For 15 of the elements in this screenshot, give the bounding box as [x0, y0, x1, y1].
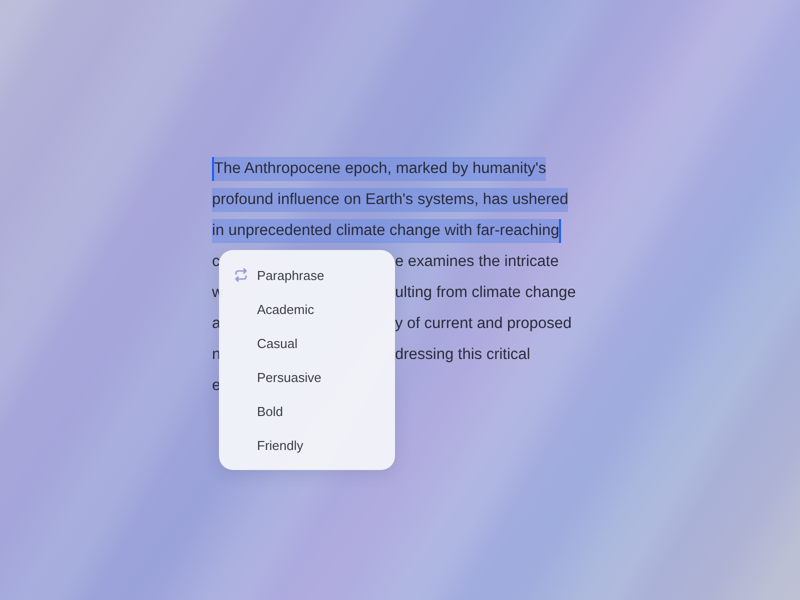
- paragraph-text: ulting from climate change: [395, 284, 576, 302]
- tone-menu-item[interactable]: Casual: [219, 326, 395, 360]
- tone-menu-item[interactable]: Bold: [219, 394, 395, 428]
- paragraph-text: a: [212, 314, 222, 332]
- paragraph-text: e examines the intricate: [395, 252, 560, 270]
- tone-menu-item[interactable]: Persuasive: [219, 360, 395, 394]
- paragraph-text: dressing this critical: [395, 346, 532, 364]
- paragraph-text: n: [212, 346, 222, 364]
- repeat-arrows-icon: [233, 267, 249, 283]
- paragraph-text: c: [212, 252, 221, 270]
- selected-text: The Anthropocene epoch, marked by humanity's: [212, 156, 546, 180]
- paragraph-text: y of current and proposed: [395, 314, 573, 332]
- selected-text: in unprecedented climate change with far-reaching: [212, 218, 562, 242]
- selected-text: profound influence on Earth's systems, has ushered: [212, 188, 568, 212]
- tone-menu-item[interactable]: Friendly: [219, 428, 395, 462]
